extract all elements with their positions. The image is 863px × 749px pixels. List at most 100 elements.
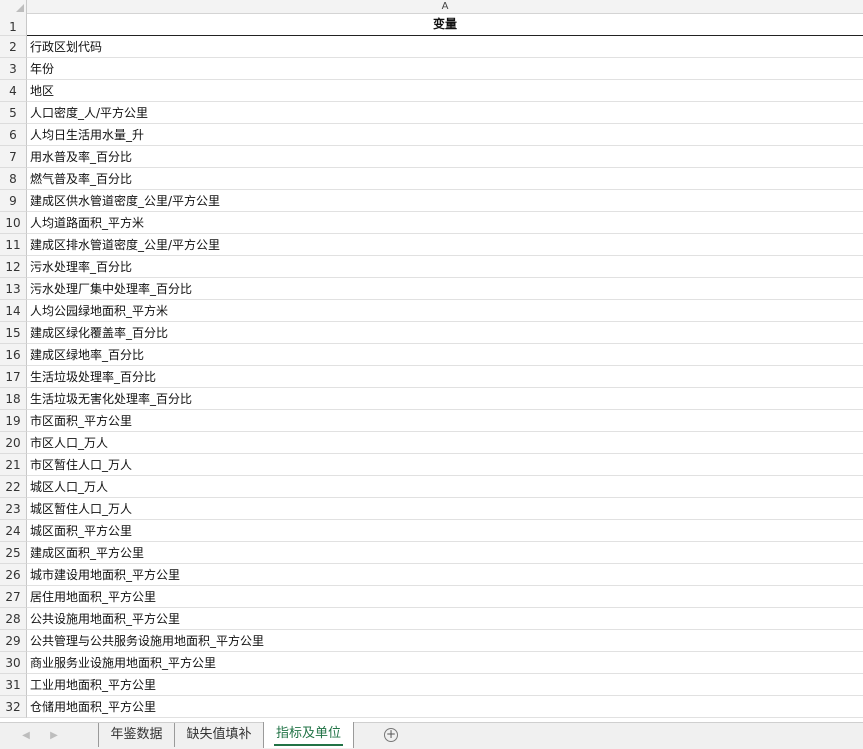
variable-cell[interactable]: 城区面积_平方公里 <box>27 520 863 542</box>
variable-cell[interactable]: 建成区供水管道密度_公里/平方公里 <box>27 190 863 212</box>
row-number[interactable]: 18 <box>0 388 27 410</box>
variable-cell[interactable]: 工业用地面积_平方公里 <box>27 674 863 696</box>
table-row: 21 市区暂住人口_万人 <box>0 454 863 476</box>
row-number[interactable]: 7 <box>0 146 27 168</box>
row-number[interactable]: 32 <box>0 696 27 718</box>
table-row: 10 人均道路面积_平方米 <box>0 212 863 234</box>
variable-cell[interactable]: 公共设施用地面积_平方公里 <box>27 608 863 630</box>
row-number[interactable]: 1 <box>0 14 27 36</box>
tab-queshizhi-tianbu[interactable]: 缺失值填补 <box>174 723 263 747</box>
row-number[interactable]: 16 <box>0 344 27 366</box>
variable-cell[interactable]: 用水普及率_百分比 <box>27 146 863 168</box>
row-number[interactable]: 13 <box>0 278 27 300</box>
row-number[interactable]: 22 <box>0 476 27 498</box>
variable-cell[interactable]: 城区人口_万人 <box>27 476 863 498</box>
variable-cell[interactable]: 建成区绿地率_百分比 <box>27 344 863 366</box>
tab-scroll-right-icon[interactable]: ▶ <box>48 729 60 743</box>
row-number[interactable]: 29 <box>0 630 27 652</box>
row-number[interactable]: 6 <box>0 124 27 146</box>
variable-cell[interactable]: 年份 <box>27 58 863 80</box>
table-row: 16 建成区绿地率_百分比 <box>0 344 863 366</box>
table-row: 32 仓储用地面积_平方公里 <box>0 696 863 718</box>
table-row: 14 人均公园绿地面积_平方米 <box>0 300 863 322</box>
column-header-row: A <box>0 0 863 14</box>
table-row: 31 工业用地面积_平方公里 <box>0 674 863 696</box>
variable-cell[interactable]: 地区 <box>27 80 863 102</box>
tab-nianjian-shuju[interactable]: 年鉴数据 <box>98 723 174 747</box>
tab-zhibiao-ji-danwei[interactable]: 指标及单位 <box>263 722 354 748</box>
table-row: 13 污水处理厂集中处理率_百分比 <box>0 278 863 300</box>
table-row: 7 用水普及率_百分比 <box>0 146 863 168</box>
row-number[interactable]: 11 <box>0 234 27 256</box>
spreadsheet-grid: A 1 变量 2 行政区划代码 3 年份 4 地区 5 人口密度_人/平方公里 6 人均日生活用水量_… <box>0 0 863 722</box>
variable-cell[interactable]: 人均日生活用水量_升 <box>27 124 863 146</box>
table-row: 30 商业服务业设施用地面积_平方公里 <box>0 652 863 674</box>
table-row: 22 城区人口_万人 <box>0 476 863 498</box>
row-number[interactable]: 27 <box>0 586 27 608</box>
row-number[interactable]: 5 <box>0 102 27 124</box>
row-number[interactable]: 2 <box>0 36 27 58</box>
row-number[interactable]: 26 <box>0 564 27 586</box>
row-number[interactable]: 10 <box>0 212 27 234</box>
table-row: 15 建成区绿化覆盖率_百分比 <box>0 322 863 344</box>
table-row: 12 污水处理率_百分比 <box>0 256 863 278</box>
row-number[interactable]: 14 <box>0 300 27 322</box>
variable-cell[interactable]: 建成区绿化覆盖率_百分比 <box>27 322 863 344</box>
header-row: 1 变量 <box>0 14 863 36</box>
table-row: 19 市区面积_平方公里 <box>0 410 863 432</box>
row-number[interactable]: 28 <box>0 608 27 630</box>
column-header-a[interactable]: A <box>27 0 863 14</box>
variable-cell[interactable]: 污水处理率_百分比 <box>27 256 863 278</box>
row-number[interactable]: 12 <box>0 256 27 278</box>
table-row: 29 公共管理与公共服务设施用地面积_平方公里 <box>0 630 863 652</box>
variable-cell[interactable]: 污水处理厂集中处理率_百分比 <box>27 278 863 300</box>
table-row: 11 建成区排水管道密度_公里/平方公里 <box>0 234 863 256</box>
row-number[interactable]: 15 <box>0 322 27 344</box>
row-number[interactable]: 30 <box>0 652 27 674</box>
variable-cell[interactable]: 公共管理与公共服务设施用地面积_平方公里 <box>27 630 863 652</box>
table-row: 18 生活垃圾无害化处理率_百分比 <box>0 388 863 410</box>
variable-cell[interactable]: 行政区划代码 <box>27 36 863 58</box>
table-row: 9 建成区供水管道密度_公里/平方公里 <box>0 190 863 212</box>
table-row: 24 城区面积_平方公里 <box>0 520 863 542</box>
table-row: 3 年份 <box>0 58 863 80</box>
variable-cell[interactable]: 生活垃圾无害化处理率_百分比 <box>27 388 863 410</box>
variable-cell[interactable]: 商业服务业设施用地面积_平方公里 <box>27 652 863 674</box>
row-number[interactable]: 31 <box>0 674 27 696</box>
row-number[interactable]: 25 <box>0 542 27 564</box>
column-title-cell[interactable]: 变量 <box>27 14 863 36</box>
variable-cell[interactable]: 建成区排水管道密度_公里/平方公里 <box>27 234 863 256</box>
row-number[interactable]: 17 <box>0 366 27 388</box>
variable-cell[interactable]: 人均公园绿地面积_平方米 <box>27 300 863 322</box>
row-number[interactable]: 19 <box>0 410 27 432</box>
row-number[interactable]: 3 <box>0 58 27 80</box>
row-number[interactable]: 8 <box>0 168 27 190</box>
table-row: 25 建成区面积_平方公里 <box>0 542 863 564</box>
row-number[interactable]: 21 <box>0 454 27 476</box>
variable-cell[interactable]: 建成区面积_平方公里 <box>27 542 863 564</box>
variable-cell[interactable]: 生活垃圾处理率_百分比 <box>27 366 863 388</box>
select-all-button[interactable] <box>0 0 27 14</box>
row-number[interactable]: 4 <box>0 80 27 102</box>
rows-container: 1 变量 2 行政区划代码 3 年份 4 地区 5 人口密度_人/平方公里 6 人均日生活用水量_升 7… <box>0 14 863 718</box>
table-row: 8 燃气普及率_百分比 <box>0 168 863 190</box>
tab-scroll-left-icon[interactable]: ◀ <box>20 729 32 743</box>
row-number[interactable]: 24 <box>0 520 27 542</box>
variable-cell[interactable]: 燃气普及率_百分比 <box>27 168 863 190</box>
variable-cell[interactable]: 居住用地面积_平方公里 <box>27 586 863 608</box>
select-all-icon <box>16 4 24 12</box>
table-row: 20 市区人口_万人 <box>0 432 863 454</box>
variable-cell[interactable]: 仓储用地面积_平方公里 <box>27 696 863 718</box>
row-number[interactable]: 20 <box>0 432 27 454</box>
variable-cell[interactable]: 城区暂住人口_万人 <box>27 498 863 520</box>
variable-cell[interactable]: 城市建设用地面积_平方公里 <box>27 564 863 586</box>
add-sheet-icon[interactable]: + <box>384 728 398 742</box>
variable-cell[interactable]: 市区面积_平方公里 <box>27 410 863 432</box>
variable-cell[interactable]: 市区人口_万人 <box>27 432 863 454</box>
row-number[interactable]: 23 <box>0 498 27 520</box>
variable-cell[interactable]: 人均道路面积_平方米 <box>27 212 863 234</box>
variable-cell[interactable]: 市区暂住人口_万人 <box>27 454 863 476</box>
table-row: 5 人口密度_人/平方公里 <box>0 102 863 124</box>
row-number[interactable]: 9 <box>0 190 27 212</box>
variable-cell[interactable]: 人口密度_人/平方公里 <box>27 102 863 124</box>
